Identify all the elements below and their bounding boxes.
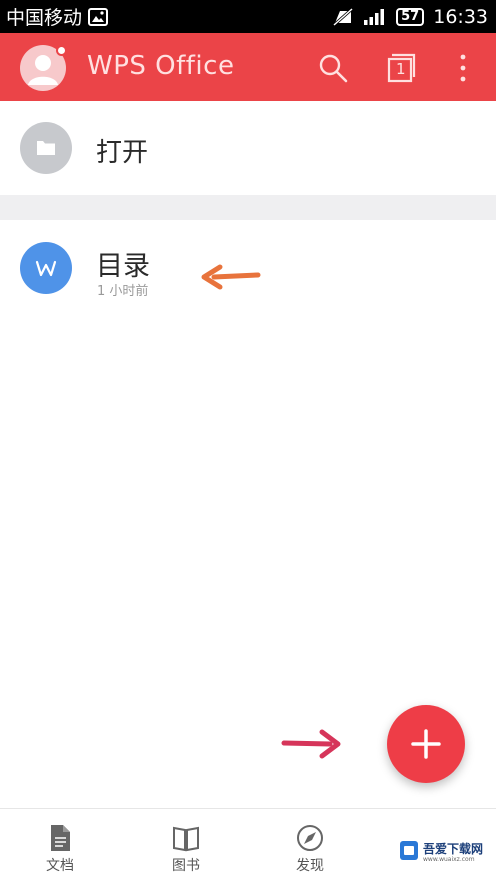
tab-count: 1 — [396, 60, 406, 78]
app-title: WPS Office — [87, 51, 235, 81]
watermark-url: www.wuaixz.com — [423, 856, 475, 863]
annotation-arrow-right-icon — [281, 729, 341, 759]
clock: 16:33 — [433, 5, 488, 28]
new-document-button[interactable] — [387, 705, 465, 783]
document-icon — [51, 825, 70, 851]
file-time: 1 小时前 — [97, 284, 149, 299]
watermark-text: 吾爱下载网 — [423, 842, 484, 856]
signal-icon — [364, 8, 385, 25]
watermark: 吾爱下载网 www.wuaixz.com — [392, 832, 492, 872]
open-icon-circle — [20, 122, 72, 174]
nav-books[interactable]: 图书 — [146, 823, 226, 875]
file-name: 目录 — [96, 251, 150, 282]
nav-books-label: 图书 — [172, 858, 200, 874]
nav-discover[interactable]: 发现 — [270, 823, 350, 875]
watermark-logo-icon — [400, 841, 418, 860]
annotation-arrow-left-icon — [201, 264, 261, 290]
no-sim-icon — [333, 7, 354, 26]
nav-documents-label: 文档 — [46, 858, 74, 874]
tabs-button[interactable]: 1 — [386, 51, 420, 85]
section-divider — [0, 195, 496, 220]
search-icon[interactable] — [316, 51, 350, 85]
app-bar: WPS Office 1 — [0, 33, 496, 101]
plus-icon — [411, 729, 441, 759]
nav-discover-label: 发现 — [296, 858, 324, 874]
open-label: 打开 — [96, 138, 149, 168]
compass-icon — [297, 825, 323, 851]
open-file-row[interactable]: 打开 — [0, 101, 496, 195]
carrier-name: 中国移动 — [6, 7, 83, 29]
nav-documents[interactable]: 文档 — [20, 823, 100, 875]
more-icon[interactable] — [446, 51, 480, 85]
status-bar: 中国移动 57 16:33 — [0, 0, 496, 33]
notification-dot — [56, 45, 67, 56]
book-icon — [173, 826, 199, 852]
file-icon-circle — [20, 242, 72, 294]
wps-writer-icon — [35, 260, 57, 277]
battery-indicator: 57 — [396, 7, 425, 26]
status-right: 57 16:33 — [332, 6, 488, 28]
status-left: 中国移动 — [6, 3, 109, 30]
folder-icon — [37, 141, 55, 155]
image-notification-icon — [88, 7, 109, 26]
